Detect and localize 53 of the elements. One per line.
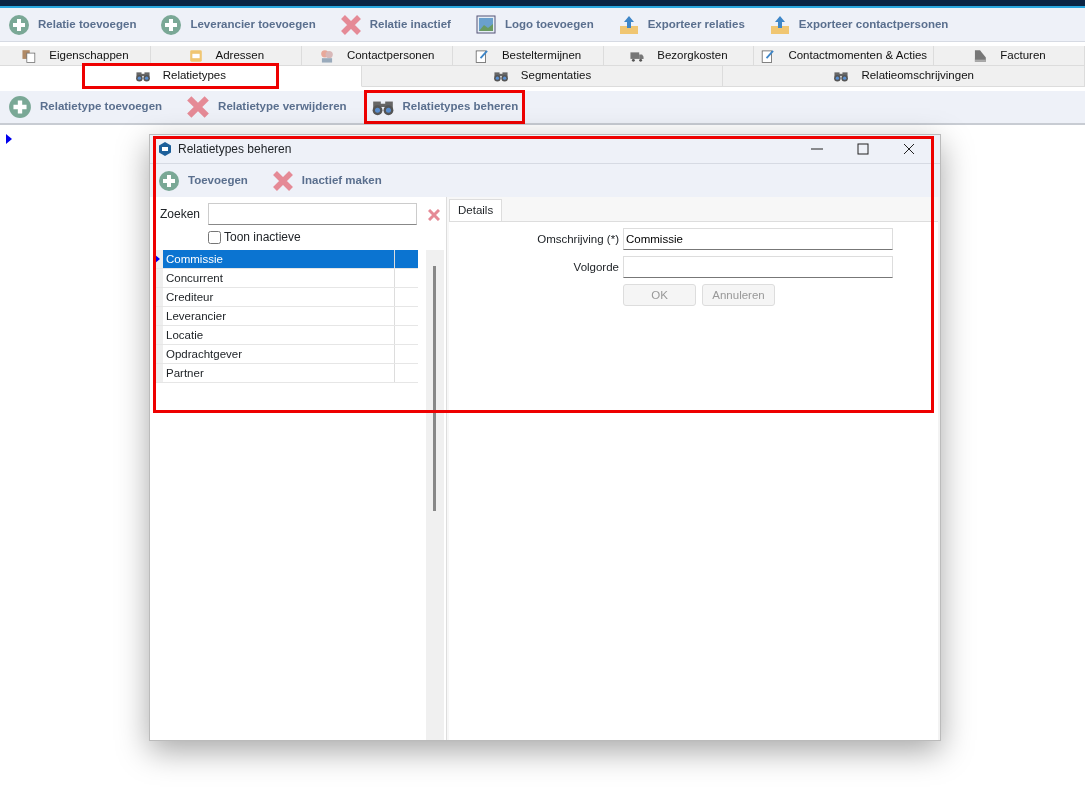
plus-icon (160, 13, 183, 36)
notepad-icon (760, 47, 777, 64)
list-row[interactable]: Leverancier (154, 307, 418, 326)
scrollbar[interactable] (426, 250, 444, 740)
tab[interactable]: Contactmomenten & Acties (754, 46, 935, 66)
details-tab[interactable]: Details (449, 199, 503, 222)
dialog-title: Relatietypes beheren (178, 141, 292, 158)
pages-icon (21, 47, 38, 64)
cross-icon (339, 13, 362, 36)
toolbar-button[interactable]: Relatie inactief (335, 11, 455, 38)
checkbox-label: Toon inactieve (224, 229, 301, 246)
plus-icon (8, 13, 30, 36)
field-label: Volgorde (572, 259, 619, 275)
cross-icon (271, 169, 294, 192)
tab[interactable]: Contactpersonen (301, 46, 453, 66)
list-row[interactable]: Opdrachtgever (154, 345, 418, 364)
toolbar-button[interactable]: Relatietype verwijderen (182, 93, 351, 121)
tab[interactable]: Eigenschappen (0, 46, 151, 66)
tab[interactable]: Relatieomschrijvingen (723, 66, 1085, 87)
tab[interactable]: Facturen (934, 46, 1085, 66)
toolbar-button[interactable]: Exporteer relaties (613, 11, 749, 38)
plus-icon (8, 95, 32, 119)
list-row[interactable]: Concurrent (154, 269, 418, 288)
search-label: Zoeken (160, 206, 201, 223)
toolbar-button[interactable]: Toevoegen (154, 167, 252, 194)
notepad-icon (473, 47, 490, 64)
invoice-icon (972, 47, 989, 64)
toolbar-button[interactable]: Inactief maken (267, 167, 386, 194)
tab[interactable]: Relatietypes (0, 66, 362, 87)
people-icon (318, 47, 335, 64)
toolbar-button[interactable]: Logo toevoegen (470, 11, 598, 38)
text-field[interactable] (623, 256, 893, 279)
plus-icon (158, 169, 180, 192)
toolbar-button[interactable]: Leverancier toevoegen (156, 11, 320, 38)
picture-icon (474, 13, 497, 36)
toolbar-button[interactable]: Relatietypes beheren (366, 93, 523, 121)
search-field[interactable] (208, 203, 417, 225)
text-field[interactable]: Commissie (623, 228, 893, 251)
row-pointer-icon (6, 133, 12, 144)
cross-icon (186, 95, 211, 119)
tab[interactable]: Besteltermijnen (452, 46, 604, 66)
field-label: Omschrijving (*) (536, 231, 619, 247)
list-row[interactable]: Locatie (154, 326, 418, 345)
app-logo-icon (158, 142, 172, 156)
toolbar-button[interactable]: Exporteer contactpersonen (764, 11, 953, 38)
list-row[interactable]: Crediteur (154, 288, 418, 307)
tab[interactable]: Segmentaties (361, 66, 724, 87)
toolbar-button[interactable]: Relatietype toevoegen (4, 93, 167, 121)
toolbar-button[interactable]: Relatie toevoegen (4, 11, 141, 38)
row-pointer-icon (154, 254, 160, 264)
tab[interactable]: Bezorgkosten (603, 46, 755, 66)
list-row[interactable]: Partner (154, 364, 418, 383)
address-card-icon (187, 47, 204, 64)
